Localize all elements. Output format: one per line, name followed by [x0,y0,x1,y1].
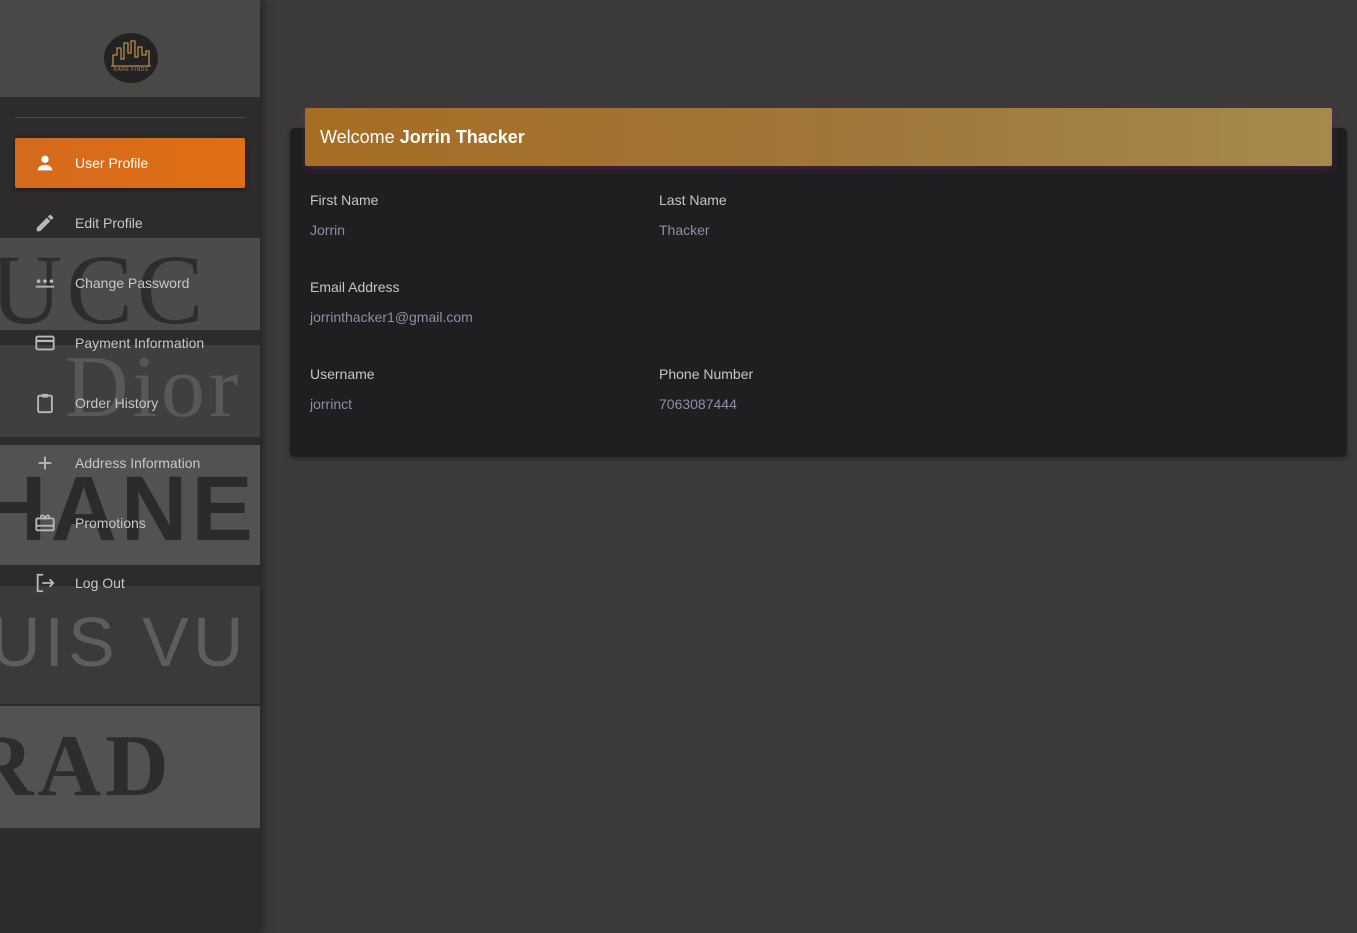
sidebar-item-label: Change Password [75,275,190,291]
sidebar-item-label: Order History [75,395,159,411]
sidebar-item-change-password[interactable]: Change Password [15,258,245,308]
email-value: jorrinthacker1@gmail.com [310,309,473,325]
email-field: Email Address jorrinthacker1@gmail.com [310,279,473,325]
email-label: Email Address [310,279,400,295]
rare-finds-logo[interactable]: RARE FINDS [104,33,158,83]
welcome-header: Welcome Jorrin Thacker [305,108,1332,166]
sidebar-item-label: Payment Information [75,335,205,351]
clipboard-icon [34,392,56,414]
last-name-field: Last Name Thacker [659,192,727,238]
city-skyline-icon [111,40,151,67]
username-value: jorrinct [310,396,353,412]
first-name-label: First Name [310,192,379,208]
sidebar: UCC Dior HANE UIS VU RAD RARE FINDS User… [0,0,260,933]
last-name-value: Thacker [659,222,710,238]
background-brand-word: RAD [0,718,173,815]
gift-card-icon [34,512,56,534]
sidebar-item-label: Address Information [75,455,201,471]
welcome-prefix: Welcome [320,126,395,147]
sidebar-item-address-information[interactable]: Address Information [15,438,245,488]
first-name-field: First Name Jorrin [310,192,378,238]
sidebar-item-label: Promotions [75,515,146,531]
background-band: RAD [0,706,260,828]
logo-area: RARE FINDS [0,0,260,97]
phone-number-field: Phone Number 7063087444 [659,366,753,412]
username-label: Username [310,366,375,382]
sidebar-item-label: Log Out [75,575,125,591]
sidebar-item-log-out[interactable]: Log Out [15,558,245,608]
sidebar-item-payment-information[interactable]: Payment Information [15,318,245,368]
sidebar-item-edit-profile[interactable]: Edit Profile [15,198,245,248]
phone-number-label: Phone Number [659,366,754,382]
credit-card-icon [34,332,56,354]
last-name-label: Last Name [659,192,727,208]
sidebar-item-order-history[interactable]: Order History [15,378,245,428]
sidebar-item-label: Edit Profile [75,215,143,231]
sidebar-item-label: User Profile [75,155,149,171]
welcome-name: Jorrin Thacker [399,126,525,147]
password-icon [34,272,56,294]
person-icon [34,152,56,174]
sidebar-item-promotions[interactable]: Promotions [15,498,245,548]
sidebar-item-user-profile[interactable]: User Profile [15,138,245,188]
logo-text: RARE FINDS [113,67,149,73]
first-name-value: Jorrin [310,222,346,238]
logout-icon [34,572,56,594]
sidebar-nav: User Profile Edit Profile Change Passwor… [15,138,245,618]
pencil-icon [34,212,56,234]
plus-icon [34,452,56,474]
sidebar-divider [15,117,245,118]
username-field: Username jorrinct [310,366,375,412]
phone-number-value: 7063087444 [659,396,737,412]
